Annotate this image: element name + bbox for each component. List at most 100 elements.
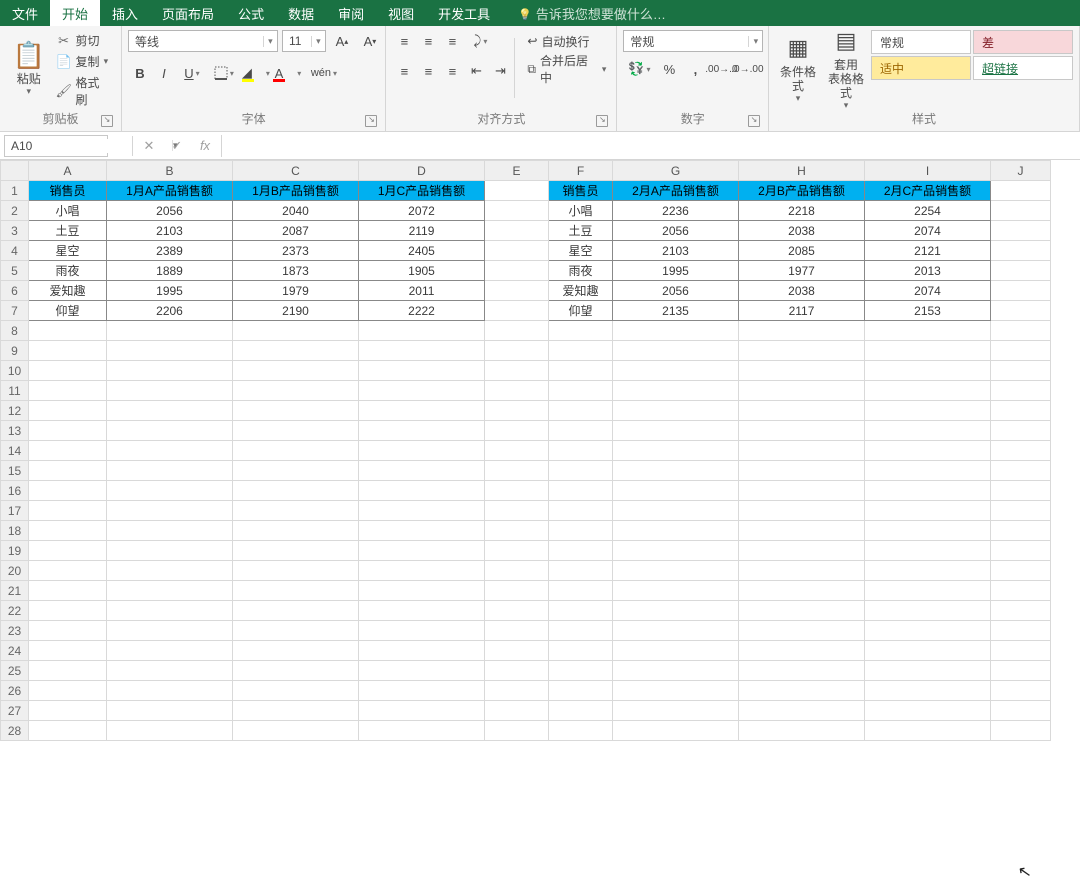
cell[interactable] [29, 461, 107, 481]
cell[interactable] [29, 581, 107, 601]
cell[interactable] [865, 361, 991, 381]
cell[interactable] [991, 661, 1051, 681]
italic-button[interactable]: I [152, 62, 176, 84]
cell[interactable] [29, 521, 107, 541]
cell[interactable] [991, 301, 1051, 321]
cell[interactable] [865, 441, 991, 461]
cell[interactable] [549, 341, 613, 361]
cell[interactable]: 2222 [359, 301, 485, 321]
cell[interactable] [29, 621, 107, 641]
cell[interactable] [485, 681, 549, 701]
cell[interactable]: 小唱 [549, 201, 613, 221]
cell-styles-gallery[interactable]: 常规 适中 [871, 30, 971, 80]
cell[interactable] [865, 521, 991, 541]
cell[interactable]: 销售员 [549, 181, 613, 201]
cell[interactable] [991, 341, 1051, 361]
cell[interactable] [29, 541, 107, 561]
cell[interactable] [359, 381, 485, 401]
cell[interactable] [107, 421, 233, 441]
wrap-text-button[interactable]: ↩ 自动换行 [523, 30, 610, 52]
cell[interactable] [865, 381, 991, 401]
cell[interactable]: 2119 [359, 221, 485, 241]
tab-data[interactable]: 数据 [276, 0, 326, 26]
cell[interactable] [991, 701, 1051, 721]
cell[interactable]: 2085 [739, 241, 865, 261]
cell[interactable] [739, 501, 865, 521]
cell[interactable] [991, 181, 1051, 201]
cell[interactable]: 2121 [865, 241, 991, 261]
cell[interactable] [739, 561, 865, 581]
cell[interactable] [613, 581, 739, 601]
cell[interactable] [739, 681, 865, 701]
cell[interactable] [613, 601, 739, 621]
cell[interactable] [359, 701, 485, 721]
cell[interactable]: 2038 [739, 221, 865, 241]
cell[interactable] [613, 521, 739, 541]
cell[interactable] [359, 621, 485, 641]
cell[interactable] [359, 581, 485, 601]
cell[interactable] [485, 581, 549, 601]
cell[interactable] [485, 561, 549, 581]
cell[interactable] [739, 421, 865, 441]
select-all-corner[interactable] [1, 161, 29, 181]
cell[interactable] [29, 361, 107, 381]
cell[interactable] [549, 481, 613, 501]
cell[interactable] [991, 561, 1051, 581]
increase-indent-button[interactable]: ⇥ [488, 60, 512, 82]
row-header[interactable]: 7 [1, 301, 29, 321]
copy-button[interactable]: 📄 复制 [52, 51, 115, 72]
cell[interactable]: 仰望 [549, 301, 613, 321]
cell[interactable]: 爱知趣 [29, 281, 107, 301]
cell[interactable] [613, 461, 739, 481]
cell[interactable] [233, 601, 359, 621]
font-family-combo[interactable]: 等线 ▾ [128, 30, 278, 52]
row-header[interactable]: 17 [1, 501, 29, 521]
cell[interactable] [549, 601, 613, 621]
align-left-button[interactable]: ≡ [392, 60, 416, 82]
cell[interactable]: 2056 [613, 281, 739, 301]
align-center-button[interactable]: ≡ [416, 60, 440, 82]
cell[interactable] [107, 441, 233, 461]
cell[interactable] [359, 441, 485, 461]
row-header[interactable]: 19 [1, 541, 29, 561]
cell[interactable]: 星空 [29, 241, 107, 261]
cell[interactable]: 1873 [233, 261, 359, 281]
cell[interactable] [29, 601, 107, 621]
cell[interactable] [359, 561, 485, 581]
cell[interactable] [991, 421, 1051, 441]
cell[interactable] [107, 721, 233, 741]
cell-styles-gallery-2[interactable]: 差 超链接 [973, 30, 1073, 80]
cell[interactable] [107, 361, 233, 381]
cell[interactable] [991, 541, 1051, 561]
cell[interactable] [107, 401, 233, 421]
cell[interactable] [485, 701, 549, 721]
cell[interactable] [233, 721, 359, 741]
cell[interactable] [991, 581, 1051, 601]
align-bottom-button[interactable]: ≡ [440, 30, 464, 52]
cell[interactable] [485, 481, 549, 501]
cell[interactable] [359, 601, 485, 621]
decrease-font-button[interactable]: A▾ [358, 30, 382, 52]
style-normal[interactable]: 常规 [871, 30, 971, 54]
column-header[interactable]: C [233, 161, 359, 181]
cell[interactable] [613, 681, 739, 701]
row-header[interactable]: 23 [1, 621, 29, 641]
row-header[interactable]: 4 [1, 241, 29, 261]
cell[interactable] [29, 641, 107, 661]
row-header[interactable]: 12 [1, 401, 29, 421]
cell[interactable] [739, 661, 865, 681]
cell[interactable] [485, 421, 549, 441]
cell[interactable] [991, 521, 1051, 541]
cancel-formula-button[interactable]: ✕ [137, 138, 161, 154]
cell[interactable] [613, 361, 739, 381]
conditional-formatting-button[interactable]: ▦ 条件格式 [775, 30, 821, 106]
cell[interactable] [865, 621, 991, 641]
cell[interactable] [739, 721, 865, 741]
cell[interactable]: 2072 [359, 201, 485, 221]
font-dialog-launcher[interactable] [365, 115, 377, 127]
cell[interactable] [359, 721, 485, 741]
column-header[interactable]: J [991, 161, 1051, 181]
cell[interactable] [233, 321, 359, 341]
tell-me-search[interactable]: 告诉我您想要做什么… [502, 0, 666, 26]
cell[interactable] [233, 581, 359, 601]
